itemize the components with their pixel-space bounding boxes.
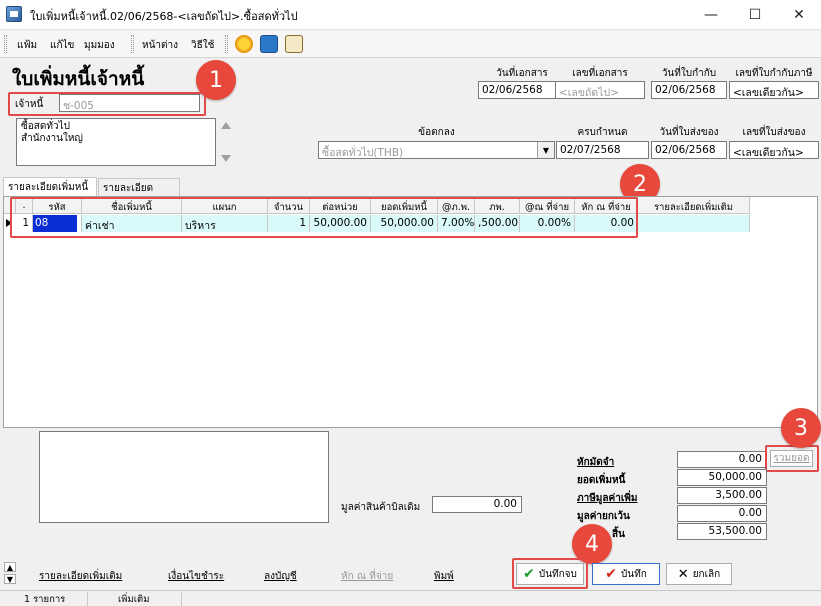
invoice-date-label: วันที่ใบกำกับ	[661, 68, 717, 79]
debit-amount-value: 50,000.00	[677, 469, 767, 486]
vat-value[interactable]: 3,500.00	[677, 487, 767, 504]
delivery-date-input[interactable]: 02/06/2568	[651, 141, 727, 159]
print-link[interactable]: พิมพ์	[434, 569, 454, 584]
agreement-label: ข้อตกลง	[418, 127, 455, 138]
scroll-up-icon[interactable]	[221, 122, 231, 129]
save-label: บันทึก	[620, 568, 647, 580]
scroll-down-icon[interactable]	[221, 155, 231, 162]
vat-label[interactable]: ภาษีมูลค่าเพิ่ม	[577, 491, 637, 506]
due-label: ครบกำหนด	[577, 127, 628, 138]
net-label: สิ้น	[612, 529, 625, 540]
creditor-label: เจ้าหนี้	[15, 99, 44, 110]
status-bar: 1 รายการ เพิ่มเติม	[0, 590, 821, 606]
original-value-label: มูลค่าสินค้าบิลเดิม	[341, 502, 421, 513]
menu-view[interactable]: มุมมอง	[84, 38, 115, 53]
refresh-icon[interactable]	[235, 35, 253, 53]
save-close-button[interactable]: ✔ บันทึกจบ	[516, 563, 584, 585]
app-icon	[6, 6, 22, 22]
scroll-up-icon[interactable]: ▲	[4, 562, 16, 572]
agreement-select[interactable]: ซื้อสดทั่วไป(THB)	[318, 141, 555, 159]
cancel-label: ยกเลิก	[692, 568, 721, 580]
doc-no-input[interactable]: <เลขถัดไป>	[555, 81, 645, 99]
address-line-1: ซื้อสดทั่วไป	[21, 121, 70, 132]
scroll-down-icon[interactable]: ▼	[4, 574, 16, 584]
tab-payment-details[interactable]: รายละเอียดชำระ	[98, 178, 180, 209]
toolbar-grip	[225, 35, 228, 53]
title-bar: ใบเพิ่มหนี้เจ้าหนี้.02/06/2568-<เลขถัดไป…	[0, 0, 821, 30]
original-value-input[interactable]: 0.00	[432, 496, 522, 513]
invoice-date-input[interactable]: 02/06/2568	[651, 81, 727, 99]
toolbar-grip	[4, 35, 7, 53]
tab-debit-details[interactable]: รายละเอียดเพิ่มหนี้	[3, 177, 97, 197]
form-title: ใบเพิ่มหนี้เจ้าหนี้	[12, 68, 145, 90]
callout-box-grid	[10, 197, 638, 238]
notes-icon[interactable]	[285, 35, 303, 53]
save-close-label: บันทึกจบ	[538, 568, 577, 580]
tax-invoice-no-label: เลขที่ใบกำกับภาษี	[735, 68, 813, 79]
doc-date-label: วันที่เอกสาร	[496, 68, 548, 79]
delivery-date-label: วันที่ใบส่งของ	[659, 127, 719, 138]
check-icon: ✔	[523, 566, 535, 582]
close-button[interactable]: ✕	[777, 0, 821, 30]
payment-terms-link[interactable]: เงื่อนไขชำระ	[168, 569, 224, 584]
due-date-input[interactable]: 02/07/2568	[556, 141, 649, 159]
callout-badge-3: 3	[781, 408, 821, 448]
memo-box[interactable]	[39, 431, 329, 523]
creditor-address-box: ซื้อสดทั่วไป สำนักงานใหญ่	[16, 118, 216, 166]
net-value: 53,500.00	[677, 523, 767, 540]
calendar-icon[interactable]	[260, 35, 278, 53]
withholding-tax-link[interactable]: หัก ณ ที่จ่าย	[341, 569, 393, 584]
col-header-notes: รายละเอียดเพิ่มเติม	[638, 197, 750, 214]
doc-date-input[interactable]: 02/06/2568	[478, 81, 566, 99]
doc-no-label: เลขที่เอกสาร	[572, 68, 628, 79]
menu-help[interactable]: วิธีใช้	[191, 38, 214, 53]
debit-amount-label: ยอดเพิ่มหนี้	[577, 475, 626, 486]
check-icon: ✔	[605, 566, 617, 582]
save-button[interactable]: ✔ บันทึก	[592, 563, 660, 585]
status-mode: เพิ่มเติม	[112, 592, 182, 606]
status-record-count: 1 รายการ	[18, 592, 88, 606]
menu-file[interactable]: แฟ้ม	[17, 38, 37, 53]
dropdown-arrow-icon[interactable]: ▼	[537, 142, 554, 158]
creditor-input[interactable]: ช-005	[59, 94, 200, 112]
deposit-label[interactable]: หักมัดจำ	[577, 455, 614, 470]
minimize-button[interactable]: —	[689, 0, 733, 30]
address-line-2: สำนักงานใหญ่	[21, 133, 83, 144]
post-ledger-link[interactable]: ลงบัญชี	[264, 569, 297, 584]
cancel-button[interactable]: ✕ ยกเลิก	[666, 563, 732, 585]
cross-icon: ✕	[677, 566, 689, 582]
maximize-button[interactable]: ☐	[733, 0, 777, 30]
cell-notes[interactable]	[638, 215, 750, 232]
delivery-no-input[interactable]: <เลขเดียวกัน>	[729, 141, 819, 159]
more-details-link[interactable]: รายละเอียดเพิ่มเติม	[39, 569, 122, 584]
window-title: ใบเพิ่มหนี้เจ้าหนี้.02/06/2568-<เลขถัดไป…	[30, 10, 298, 23]
exempt-value[interactable]: 0.00	[677, 505, 767, 522]
menu-edit[interactable]: แก้ไข	[50, 38, 74, 53]
delivery-no-label: เลขที่ใบส่งของ	[742, 127, 806, 138]
menu-window[interactable]: หน้าต่าง	[142, 38, 178, 53]
tax-invoice-no-input[interactable]: <เลขเดียวกัน>	[729, 81, 819, 99]
total-button[interactable]: รวมยอด	[770, 450, 813, 467]
deposit-value[interactable]: 0.00	[677, 451, 767, 468]
exempt-label: มูลค่ายกเว้น	[577, 511, 630, 522]
toolbar-grip	[131, 35, 134, 53]
menu-bar: แฟ้ม แก้ไข มุมมอง หน้าต่าง วิธีใช้	[0, 31, 821, 58]
